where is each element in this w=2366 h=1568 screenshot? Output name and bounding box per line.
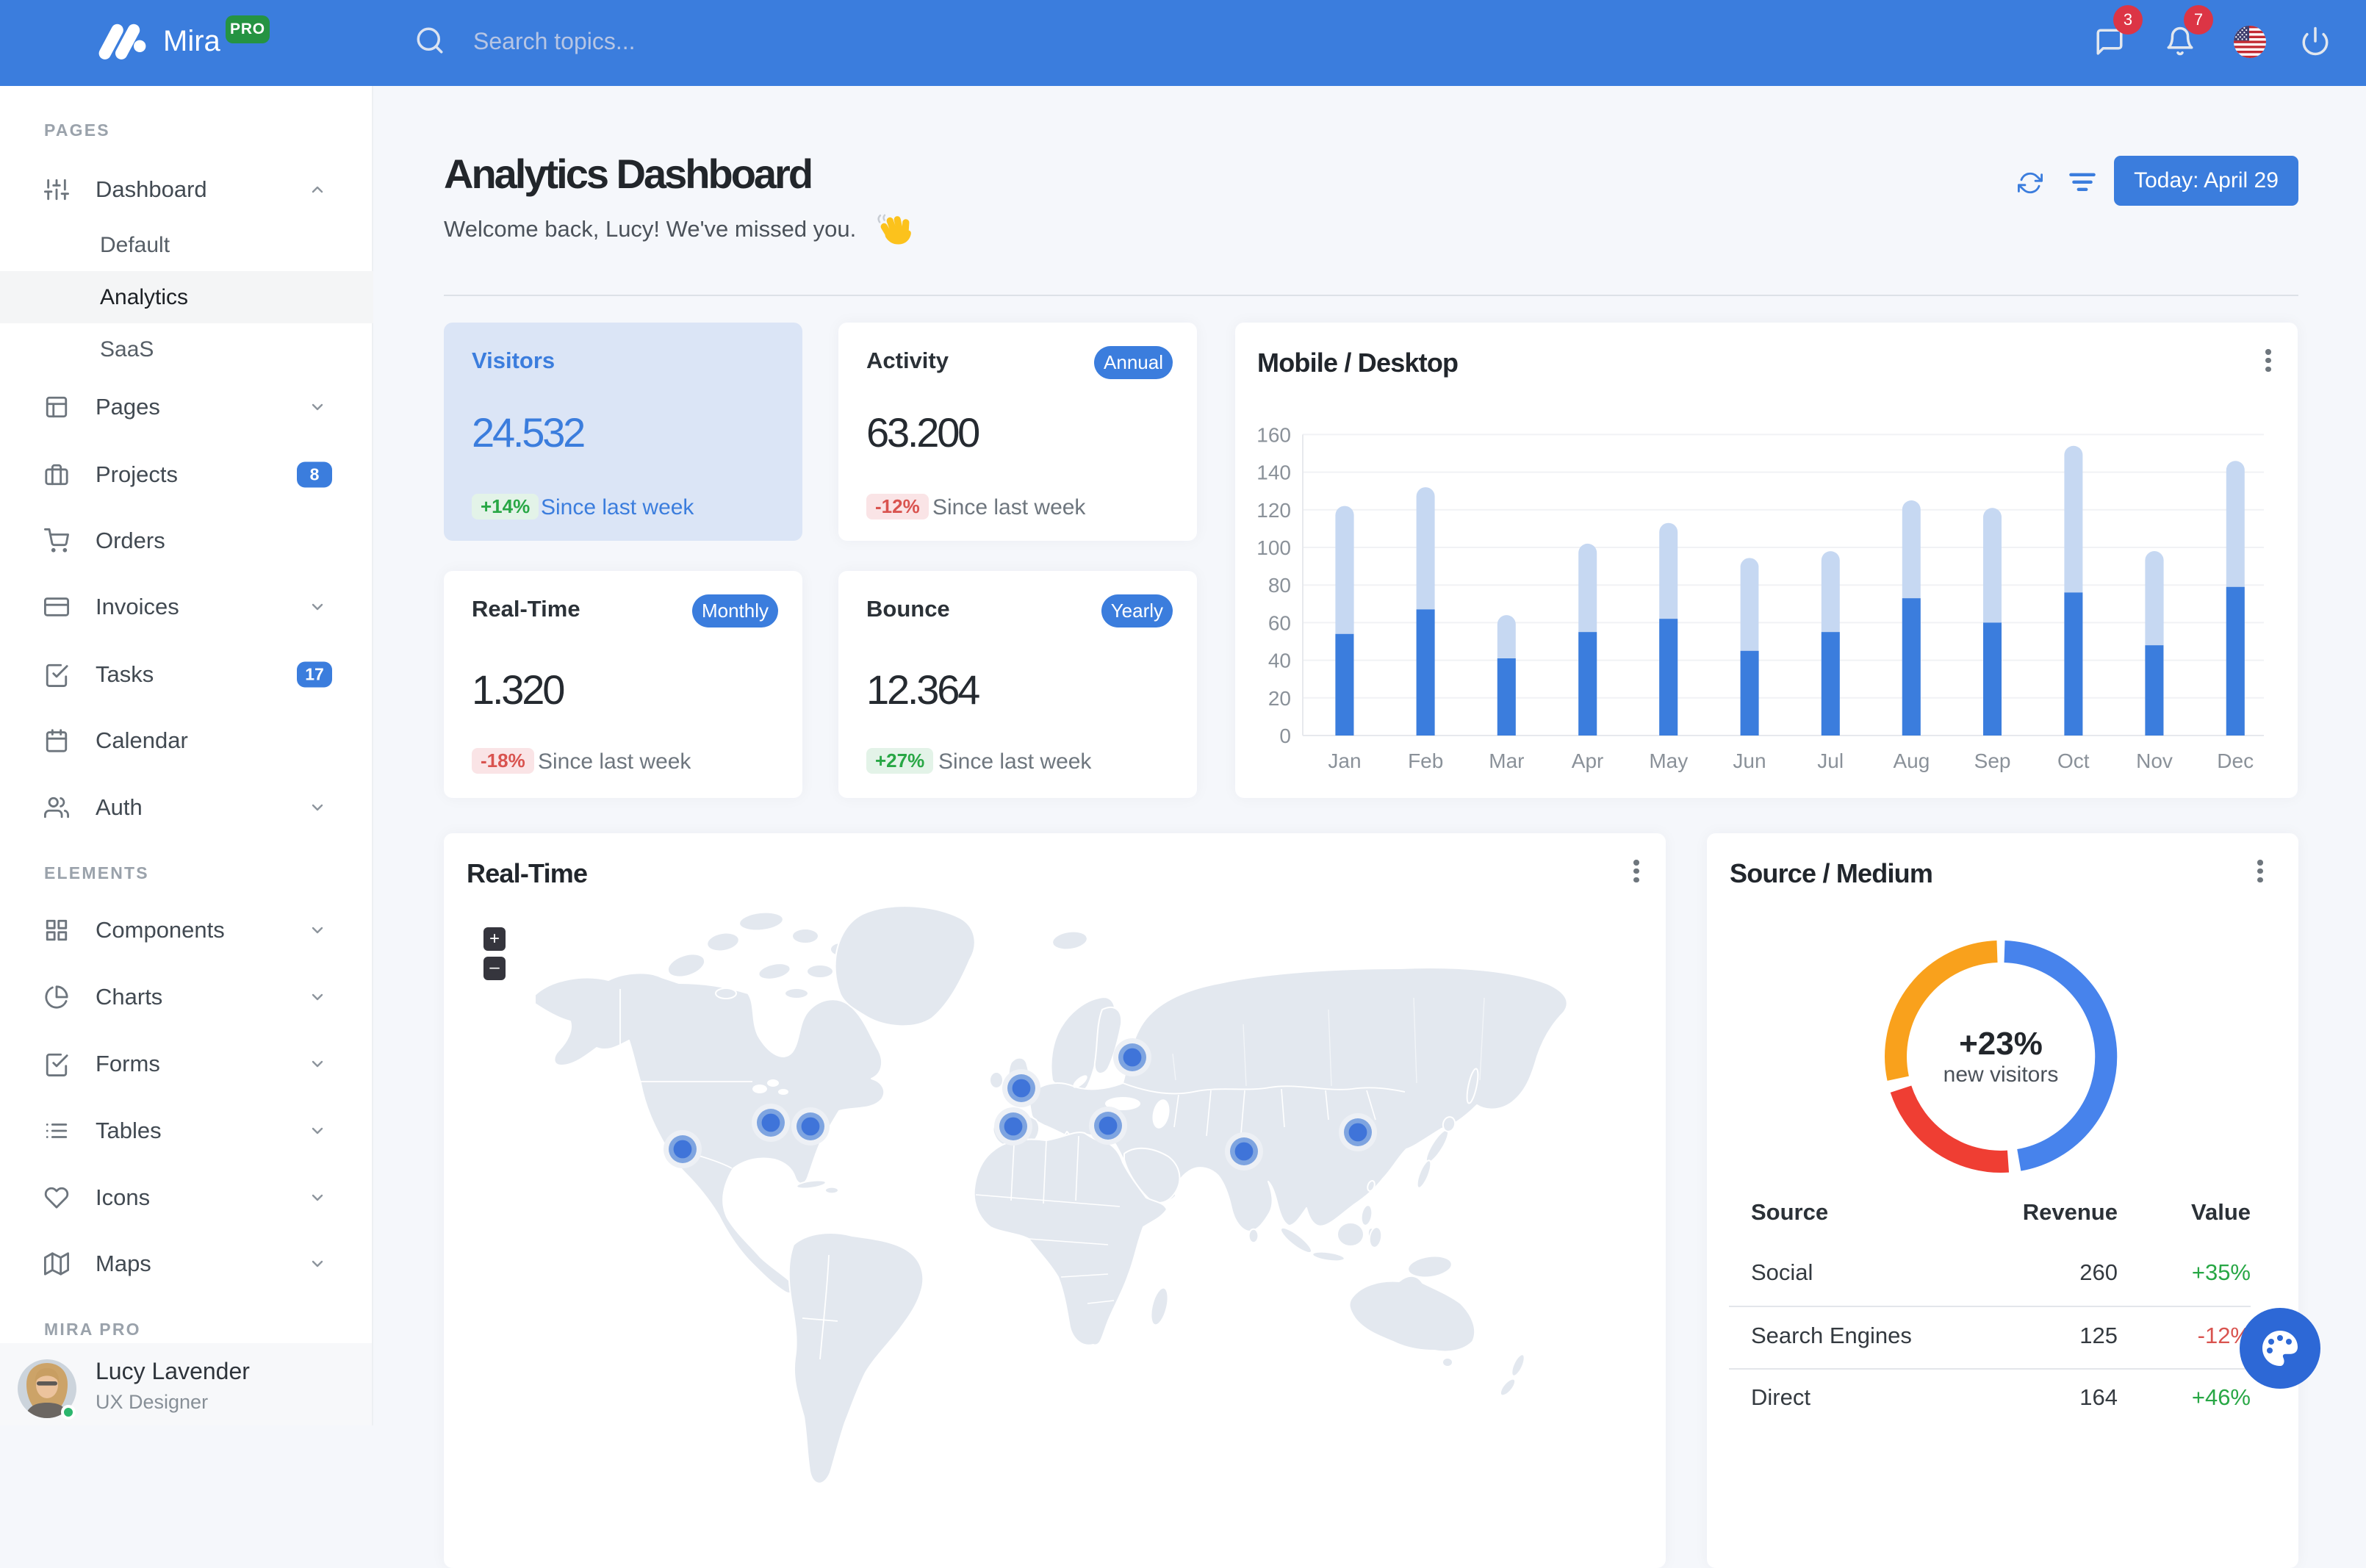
svg-text:20: 20 (1268, 687, 1291, 710)
svg-text:0: 0 (1279, 724, 1291, 747)
svg-text:Oct: Oct (2057, 749, 2090, 772)
svg-text:Nov: Nov (2136, 749, 2173, 772)
svg-text:120: 120 (1256, 499, 1291, 522)
svg-text:Apr: Apr (1572, 749, 1604, 772)
svg-text:Jun: Jun (1733, 749, 1766, 772)
svg-text:May: May (1649, 749, 1688, 772)
svg-text:Feb: Feb (1408, 749, 1443, 772)
svg-text:Jul: Jul (1817, 749, 1844, 772)
svg-text:Mar: Mar (1489, 749, 1524, 772)
svg-text:Dec: Dec (2217, 749, 2254, 772)
svg-text:Sep: Sep (1974, 749, 2011, 772)
svg-text:40: 40 (1268, 650, 1291, 672)
svg-text:60: 60 (1268, 611, 1291, 634)
svg-text:Jan: Jan (1328, 749, 1361, 772)
svg-text:140: 140 (1256, 461, 1291, 484)
svg-text:100: 100 (1256, 536, 1291, 559)
svg-text:160: 160 (1256, 423, 1291, 446)
svg-text:Aug: Aug (1893, 749, 1930, 772)
svg-text:80: 80 (1268, 574, 1291, 597)
